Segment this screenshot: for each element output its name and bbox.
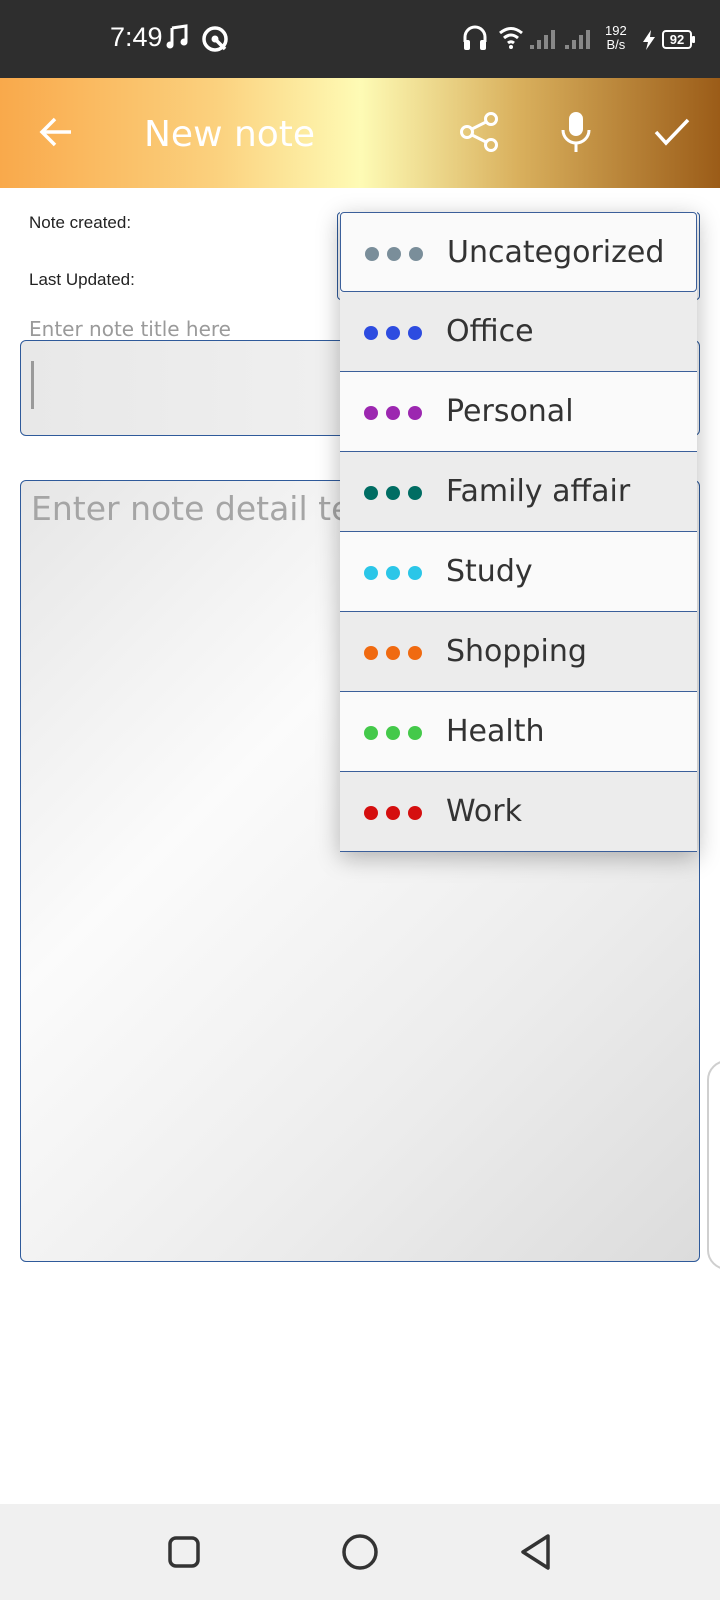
status-bar: 7:49 192 B/s 92: [0, 0, 720, 78]
network-speed-unit: B/s: [606, 37, 626, 52]
back-icon: [519, 1533, 553, 1575]
category-option-label: Work: [446, 794, 522, 829]
signal-icon: [530, 28, 558, 54]
signal-icon: [565, 28, 593, 54]
color-dot: [387, 247, 401, 261]
color-dot: [364, 566, 378, 580]
back-arrow-icon: [38, 114, 74, 154]
category-option-uncategorized[interactable]: Uncategorized: [340, 212, 697, 292]
category-option-personal[interactable]: Personal: [340, 372, 697, 452]
wifi-icon: [498, 25, 524, 53]
color-dot: [409, 247, 423, 261]
color-dot: [386, 406, 400, 420]
color-dot: [364, 486, 378, 500]
color-dot: [364, 726, 378, 740]
edge-panel-handle[interactable]: [707, 1060, 720, 1270]
share-button[interactable]: [452, 106, 508, 162]
network-speed-value: 192: [605, 23, 627, 38]
color-dot: [386, 646, 400, 660]
recent-apps-icon: [167, 1535, 201, 1573]
color-dot: [364, 806, 378, 820]
color-dot: [408, 566, 422, 580]
headphones-icon: [462, 24, 488, 56]
color-dot: [386, 566, 400, 580]
home-button[interactable]: [338, 1532, 382, 1576]
category-option-label: Uncategorized: [447, 235, 665, 270]
category-color-dots: [364, 726, 422, 740]
share-icon: [459, 111, 501, 157]
category-option-family-affair[interactable]: Family affair: [340, 452, 697, 532]
category-color-dots: [364, 646, 422, 660]
category-option-label: Office: [446, 314, 534, 349]
category-color-dots: [364, 566, 422, 580]
battery-icon: 92: [662, 30, 695, 49]
category-color-dots: [365, 247, 423, 261]
color-dot: [386, 326, 400, 340]
page-title: New note: [144, 114, 316, 155]
color-dot: [386, 726, 400, 740]
category-color-dots: [364, 486, 422, 500]
category-dropdown-menu: Uncategorized Office Personal Family aff…: [340, 212, 697, 852]
color-dot: [364, 646, 378, 660]
category-option-label: Study: [446, 554, 533, 589]
category-option-label: Family affair: [446, 474, 631, 509]
network-speed: 192 B/s: [605, 24, 627, 52]
color-dot: [408, 726, 422, 740]
category-color-dots: [364, 406, 422, 420]
save-button[interactable]: [644, 106, 700, 162]
system-nav-bar: [0, 1504, 720, 1600]
check-icon: [653, 117, 691, 151]
text-cursor: [31, 361, 34, 409]
color-dot: [408, 406, 422, 420]
home-icon: [341, 1533, 379, 1575]
color-dot: [386, 806, 400, 820]
category-option-study[interactable]: Study: [340, 532, 697, 612]
category-option-work[interactable]: Work: [340, 772, 697, 852]
last-updated-label: Last Updated:: [29, 270, 135, 289]
category-option-health[interactable]: Health: [340, 692, 697, 772]
color-dot: [364, 406, 378, 420]
back-nav-button[interactable]: [514, 1532, 558, 1576]
color-dot: [408, 646, 422, 660]
category-color-dots: [364, 806, 422, 820]
music-note-icon: [166, 24, 188, 54]
back-button[interactable]: [28, 106, 84, 162]
category-option-label: Health: [446, 714, 545, 749]
note-title-hint: Enter note title here: [29, 317, 231, 341]
microphone-icon: [559, 110, 593, 158]
color-dot: [364, 326, 378, 340]
category-option-office[interactable]: Office: [340, 292, 697, 372]
charging-icon: [642, 30, 656, 54]
note-detail-placeholder: Enter note detail text: [31, 489, 384, 528]
app-bar: New note: [0, 78, 720, 188]
category-option-label: Shopping: [446, 634, 587, 669]
target-icon: [201, 25, 229, 57]
color-dot: [408, 806, 422, 820]
color-dot: [386, 486, 400, 500]
category-option-shopping[interactable]: Shopping: [340, 612, 697, 692]
note-created-label: Note created:: [29, 213, 132, 232]
color-dot: [408, 486, 422, 500]
category-color-dots: [364, 326, 422, 340]
category-option-label: Personal: [446, 394, 574, 429]
status-time: 7:49: [110, 22, 163, 52]
battery-level: 92: [669, 32, 685, 47]
recent-apps-button[interactable]: [162, 1532, 206, 1576]
color-dot: [365, 247, 379, 261]
voice-input-button[interactable]: [548, 106, 604, 162]
color-dot: [408, 326, 422, 340]
